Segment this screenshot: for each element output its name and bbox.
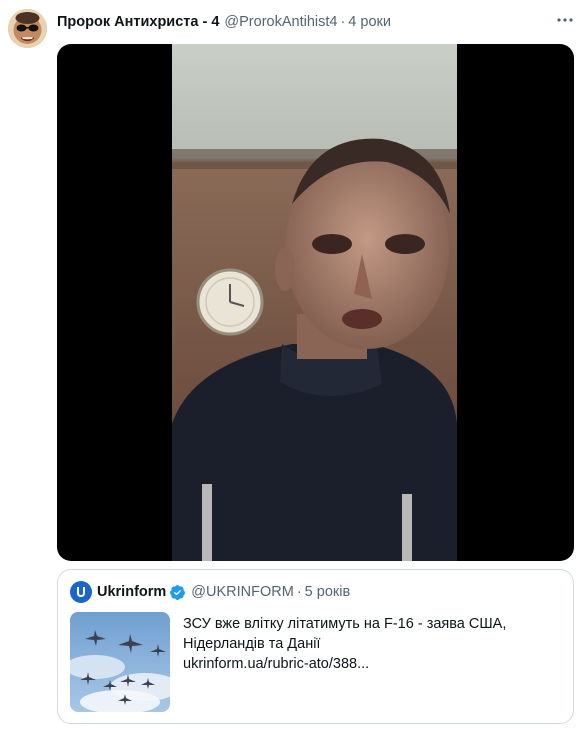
more-options-button[interactable] bbox=[555, 10, 575, 30]
video-player[interactable] bbox=[57, 44, 574, 561]
quoted-timestamp[interactable]: 5 років bbox=[305, 584, 351, 600]
avatar-image bbox=[8, 9, 47, 48]
ukrinform-logo-glyph bbox=[77, 587, 85, 597]
timestamp[interactable]: 4 роки bbox=[348, 14, 391, 30]
verified-badge-icon bbox=[169, 584, 186, 601]
video-frame bbox=[172, 44, 457, 561]
separator-dot: · bbox=[340, 14, 346, 30]
quoted-tweet-header: Ukrinform @UKRINFORM · 5 років bbox=[70, 581, 350, 603]
quoted-display-name[interactable]: Ukrinform bbox=[97, 584, 166, 600]
avatar[interactable] bbox=[8, 9, 47, 48]
fighter-jets-thumbnail bbox=[70, 612, 170, 712]
tweet-header: Пророк Антихриста - 4 @ProrokAntihist4 ·… bbox=[57, 12, 391, 32]
display-name[interactable]: Пророк Антихриста - 4 bbox=[57, 14, 219, 30]
user-handle[interactable]: @ProrokAntihist4 bbox=[224, 14, 337, 30]
tweet: Пророк Антихриста - 4 @ProrokAntihist4 ·… bbox=[0, 0, 587, 729]
quoted-tweet-link[interactable]: ukrinform.ua/rubric-ato/388... bbox=[183, 654, 563, 674]
quoted-tweet-body: ЗСУ вже влітку літатимуть на F-16 - заяв… bbox=[183, 616, 507, 652]
quoted-separator-dot: · bbox=[296, 584, 302, 600]
more-horizontal-icon bbox=[557, 18, 573, 22]
quoted-user-handle[interactable]: @UKRINFORM bbox=[191, 584, 294, 600]
ukrinform-logo-icon[interactable] bbox=[70, 581, 92, 603]
quoted-thumbnail-image[interactable] bbox=[70, 612, 170, 712]
verified-badge-glyph bbox=[170, 584, 186, 600]
quoted-tweet[interactable]: Ukrinform @UKRINFORM · 5 років ЗСУ вже в… bbox=[57, 569, 574, 724]
quoted-tweet-text: ЗСУ вже влітку літатимуть на F-16 - заяв… bbox=[183, 614, 563, 674]
